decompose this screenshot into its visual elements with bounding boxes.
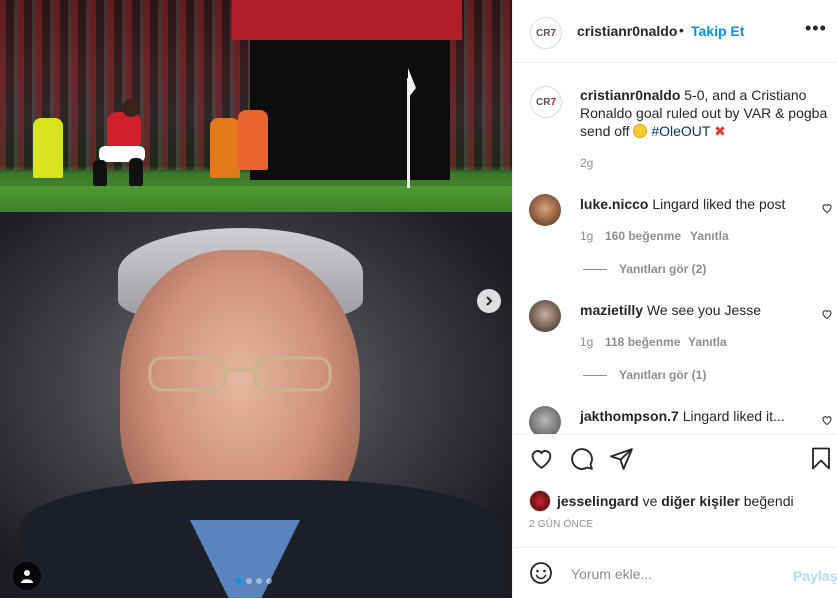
share-paper-plane-icon[interactable] (609, 446, 634, 471)
comment-text: Lingard liked the post (652, 196, 786, 212)
post-details-panel: CR 7 cristianr0naldo • Takip Et ••• CR 7 c… (512, 0, 837, 598)
view-replies-button[interactable]: Yanıtları gör (1) (583, 368, 706, 382)
comment-like-heart-icon[interactable] (821, 308, 833, 320)
comment-text: Lingard liked it... (682, 408, 785, 424)
like-heart-icon[interactable] (529, 446, 554, 471)
caption-time: 2g (580, 156, 594, 170)
sad-face-emoji-icon (633, 124, 648, 138)
comment-likes[interactable]: 160 beğenme (605, 229, 681, 243)
comment-time: 1g (580, 229, 594, 243)
person-icon (21, 570, 33, 583)
carousel-dot (266, 578, 272, 584)
post-header: CR 7 cristianr0naldo • Takip Et ••• (513, 0, 837, 63)
comment-input[interactable] (569, 562, 773, 586)
comment-avatar[interactable] (529, 406, 561, 434)
player-figure (91, 99, 145, 193)
post-timestamp[interactable]: 2 GÜN ÖNCE (529, 519, 593, 530)
emoji-smiley-icon[interactable] (529, 561, 553, 585)
liker-avatar[interactable] (529, 490, 551, 512)
comments-list[interactable]: CR 7 cristianr0naldo 5-0, and a Cristiano… (513, 62, 837, 434)
comment-like-heart-icon[interactable] (821, 414, 833, 426)
comment: luke.nicco Lingard liked the post (580, 195, 800, 213)
post-comment-button[interactable]: Paylaş (793, 568, 837, 584)
comment-avatar[interactable] (529, 300, 561, 332)
comment-text: We see you Jesse (646, 302, 762, 318)
header-username[interactable]: cristianr0naldo (577, 23, 677, 39)
comment-username[interactable]: luke.nicco (580, 196, 648, 212)
add-comment-bar: Paylaş (513, 547, 837, 599)
carousel-dot (246, 578, 252, 584)
carousel-next-button[interactable] (477, 289, 501, 313)
hashtag-link[interactable]: #OleOUT (651, 123, 710, 139)
follow-button[interactable]: Takip Et (691, 23, 744, 39)
photo-ronaldo-kneeling (0, 0, 512, 212)
caption-username[interactable]: cristianr0naldo (580, 87, 680, 103)
comment-avatar[interactable] (529, 194, 561, 226)
caption-avatar[interactable]: CR 7 (530, 86, 562, 118)
carousel-dot-active (236, 578, 242, 584)
comment: mazietilly We see you Jesse (580, 301, 800, 319)
comment-bubble-icon[interactable] (569, 446, 594, 471)
user-tags-button[interactable] (13, 562, 41, 590)
separator-dot: • (679, 22, 684, 38)
other-likers-link[interactable]: diğer kişiler (661, 493, 740, 509)
comment: jakthompson.7 Lingard liked it... (580, 407, 800, 425)
comment-username[interactable]: jakthompson.7 (580, 408, 679, 424)
carousel-dot (256, 578, 262, 584)
cross-mark-emoji-icon: ✖ (714, 123, 726, 139)
post-actions-bar (513, 434, 837, 485)
post-media[interactable] (0, 0, 512, 598)
corner-flag (407, 68, 416, 188)
more-options-icon[interactable]: ••• (805, 18, 827, 39)
glasses (148, 356, 332, 392)
tunnel-banner (232, 0, 462, 40)
comment-like-heart-icon[interactable] (821, 202, 833, 214)
post-caption: cristianr0naldo 5-0, and a Cristiano Ron… (580, 86, 832, 140)
carousel-dots (236, 578, 272, 584)
comment-username[interactable]: mazietilly (580, 302, 643, 318)
avatar[interactable]: CR 7 (530, 17, 562, 49)
liked-by-line: jesselingard ve diğer kişiler beğendi (529, 490, 794, 512)
comment-likes[interactable]: 118 beğenme (605, 335, 680, 349)
comment-time: 1g (580, 335, 594, 349)
reply-button[interactable]: Yanıtla (688, 335, 727, 349)
reply-button[interactable]: Yanıtla (690, 229, 729, 243)
liker-username[interactable]: jesselingard (557, 493, 639, 509)
save-bookmark-icon[interactable] (809, 446, 833, 471)
view-replies-button[interactable]: Yanıtları gör (2) (583, 262, 706, 276)
chevron-right-icon (486, 296, 493, 306)
